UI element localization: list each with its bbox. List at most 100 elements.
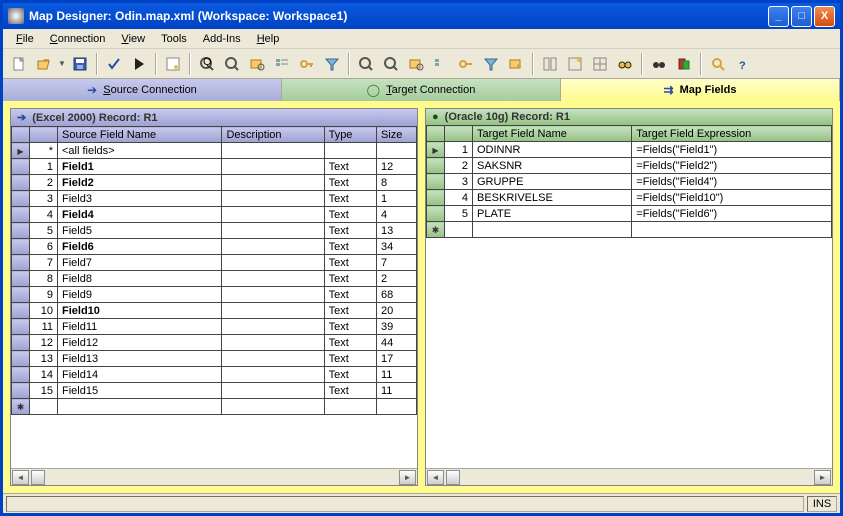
filter-2-icon[interactable] bbox=[480, 53, 502, 75]
target-panel-header: ● (Oracle 10g) Record: R1 bbox=[426, 109, 832, 125]
scroll-right-icon[interactable]: ► bbox=[814, 470, 831, 485]
save-icon[interactable] bbox=[69, 53, 91, 75]
table-row[interactable]: 4BESKRIVELSE=Fields("Field10") bbox=[427, 190, 832, 206]
binoculars-icon[interactable] bbox=[648, 53, 670, 75]
properties-icon[interactable] bbox=[162, 53, 184, 75]
workspace: ➔ (Excel 2000) Record: R1 Source Field N… bbox=[3, 101, 840, 493]
table-row[interactable]: * <all fields> bbox=[12, 143, 417, 159]
scroll-thumb[interactable] bbox=[31, 470, 45, 485]
dropdown-arrow-icon[interactable]: ▼ bbox=[58, 59, 66, 68]
zoom-fit-2-icon[interactable] bbox=[380, 53, 402, 75]
filter-icon[interactable] bbox=[321, 53, 343, 75]
search-icon[interactable] bbox=[707, 53, 729, 75]
table-row[interactable]: 2SAKSNR=Fields("Field2") bbox=[427, 158, 832, 174]
table-row[interactable]: 12Field12Text44 bbox=[12, 335, 417, 351]
table-row[interactable]: 3Field3Text1 bbox=[12, 191, 417, 207]
circle-green-icon: ◯ bbox=[367, 83, 380, 97]
layout-2-icon[interactable] bbox=[564, 53, 586, 75]
h-scrollbar[interactable]: ◄ ► bbox=[11, 469, 417, 485]
source-panel-header: ➔ (Excel 2000) Record: R1 bbox=[11, 109, 417, 126]
books-icon[interactable] bbox=[673, 53, 695, 75]
validate-icon[interactable] bbox=[103, 53, 125, 75]
folder-key-icon[interactable] bbox=[505, 53, 527, 75]
arrow-right-blue-icon: ➔ bbox=[87, 83, 97, 97]
menu-view[interactable]: View bbox=[113, 31, 153, 47]
table-row[interactable]: 14Field14Text11 bbox=[12, 367, 417, 383]
menu-file[interactable]: File bbox=[8, 31, 42, 47]
col-target-name[interactable]: Target Field Name bbox=[473, 126, 632, 142]
h-scrollbar[interactable]: ◄ ► bbox=[426, 469, 832, 485]
minimize-button[interactable]: _ bbox=[768, 6, 789, 27]
target-grid[interactable]: Target Field Name Target Field Expressio… bbox=[426, 125, 832, 468]
binoculars-yellow-icon[interactable] bbox=[614, 53, 636, 75]
table-row[interactable]: 11Field11Text39 bbox=[12, 319, 417, 335]
table-row[interactable]: 6Field6Text34 bbox=[12, 239, 417, 255]
key-list-icon[interactable] bbox=[271, 53, 293, 75]
zoom-actual-2-icon[interactable] bbox=[355, 53, 377, 75]
zoom-fit-icon[interactable] bbox=[221, 53, 243, 75]
table-row[interactable]: 4Field4Text4 bbox=[12, 207, 417, 223]
table-row[interactable]: 15Field15Text11 bbox=[12, 383, 417, 399]
source-panel: ➔ (Excel 2000) Record: R1 Source Field N… bbox=[10, 108, 418, 486]
layout-1-icon[interactable] bbox=[539, 53, 561, 75]
zoom-actual-icon[interactable]: Q bbox=[196, 53, 218, 75]
menu-help[interactable]: Help bbox=[249, 31, 288, 47]
table-row[interactable]: 5PLATE=Fields("Field6") bbox=[427, 206, 832, 222]
arrow-right-icon: ➔ bbox=[17, 111, 26, 124]
app-icon bbox=[8, 8, 24, 24]
browse-icon[interactable] bbox=[246, 53, 268, 75]
maximize-button[interactable]: □ bbox=[791, 6, 812, 27]
table-row[interactable]: 1ODINNR=Fields("Field1") bbox=[427, 142, 832, 158]
tab-source-connection[interactable]: ➔ Source Connection bbox=[3, 79, 282, 101]
key-icon[interactable] bbox=[296, 53, 318, 75]
table-row[interactable]: 13Field13Text17 bbox=[12, 351, 417, 367]
status-bar: INS bbox=[3, 493, 840, 513]
target-record-label: (Oracle 10g) Record: R1 bbox=[445, 111, 570, 123]
menu-connection[interactable]: Connection bbox=[42, 31, 114, 47]
menu-tools[interactable]: Tools bbox=[153, 31, 195, 47]
table-row[interactable]: 3GRUPPE=Fields("Field4") bbox=[427, 174, 832, 190]
help-icon[interactable]: ? bbox=[732, 53, 754, 75]
table-row[interactable]: 2Field2Text8 bbox=[12, 175, 417, 191]
scroll-right-icon[interactable]: ► bbox=[399, 470, 416, 485]
menu-addins[interactable]: Add-Ins bbox=[195, 31, 249, 47]
menu-bar: File Connection View Tools Add-Ins Help bbox=[3, 29, 840, 49]
circle-green-icon: ● bbox=[432, 111, 439, 123]
table-row[interactable]: 7Field7Text7 bbox=[12, 255, 417, 271]
col-size[interactable]: Size bbox=[377, 127, 417, 143]
open-icon[interactable] bbox=[33, 53, 55, 75]
table-row[interactable]: 5Field5Text13 bbox=[12, 223, 417, 239]
svg-text:?: ? bbox=[739, 60, 746, 72]
table-row[interactable]: 1Field1Text12 bbox=[12, 159, 417, 175]
scroll-left-icon[interactable]: ◄ bbox=[427, 470, 444, 485]
scroll-thumb[interactable] bbox=[446, 470, 460, 485]
layout-3-icon[interactable] bbox=[589, 53, 611, 75]
close-button[interactable]: X bbox=[814, 6, 835, 27]
table-row[interactable]: 8Field8Text2 bbox=[12, 271, 417, 287]
tab-target-connection[interactable]: ◯ Target Connection bbox=[282, 79, 561, 101]
browse-2-icon[interactable] bbox=[405, 53, 427, 75]
source-grid[interactable]: Source Field Name Description Type Size … bbox=[11, 126, 417, 468]
tab-map-label: Map Fields bbox=[680, 84, 737, 96]
new-icon[interactable] bbox=[8, 53, 30, 75]
col-target-expr[interactable]: Target Field Expression bbox=[632, 126, 832, 142]
toolbar: ▼ Q ? bbox=[3, 49, 840, 79]
new-row[interactable] bbox=[12, 399, 417, 415]
run-icon[interactable] bbox=[128, 53, 150, 75]
map-arrows-icon: ⇉ bbox=[664, 83, 674, 97]
key-list-2-icon[interactable] bbox=[430, 53, 452, 75]
key-2-icon[interactable] bbox=[455, 53, 477, 75]
col-type[interactable]: Type bbox=[324, 127, 376, 143]
new-row[interactable] bbox=[427, 222, 832, 238]
scroll-left-icon[interactable]: ◄ bbox=[12, 470, 29, 485]
window-title: Map Designer: Odin.map.xml (Workspace: W… bbox=[29, 9, 768, 23]
tab-map-fields[interactable]: ⇉ Map Fields bbox=[561, 79, 840, 101]
svg-text:Q: Q bbox=[203, 56, 212, 68]
col-description[interactable]: Description bbox=[222, 127, 324, 143]
tab-bar: ➔ Source Connection ◯ Target Connection … bbox=[3, 79, 840, 101]
target-panel: ● (Oracle 10g) Record: R1 Target Field N… bbox=[425, 108, 833, 486]
table-row[interactable]: 9Field9Text68 bbox=[12, 287, 417, 303]
table-row[interactable]: 10Field10Text20 bbox=[12, 303, 417, 319]
col-source-name[interactable]: Source Field Name bbox=[58, 127, 222, 143]
source-record-label: (Excel 2000) Record: R1 bbox=[32, 112, 157, 124]
